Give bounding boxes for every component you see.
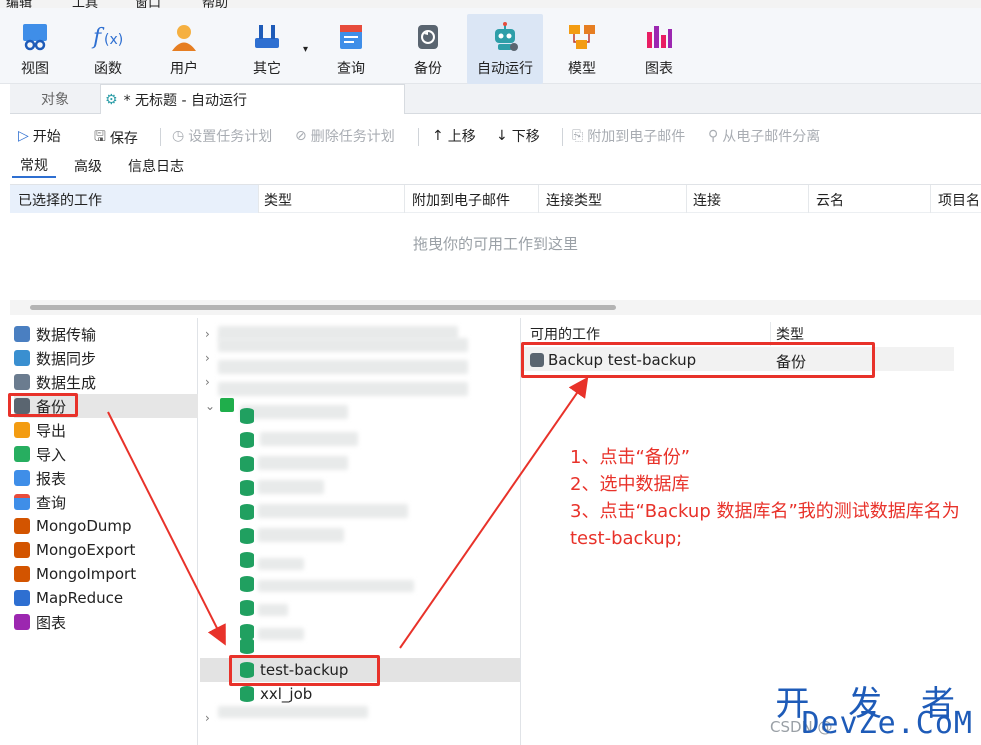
watermark-bottom: DevZe.CoM — [801, 706, 973, 741]
instruction-line-1: 1、点击“备份” — [570, 447, 691, 468]
arrow-db-to-job — [399, 376, 589, 649]
instruction-line-2: 2、选中数据库 — [570, 474, 690, 495]
instruction-notes: 1、点击“备份” 2、选中数据库 3、点击“Backup 数据库名”我的测试数据… — [570, 444, 970, 552]
annotation-arrows — [107, 376, 589, 649]
instruction-line-3: 3、点击“Backup 数据库名”我的测试数据库名为 test-backup; — [570, 501, 960, 549]
arrow-backup-to-db — [107, 411, 226, 646]
watermark: 开 发 者 CSDN @ DevZe.CoM — [770, 676, 981, 745]
